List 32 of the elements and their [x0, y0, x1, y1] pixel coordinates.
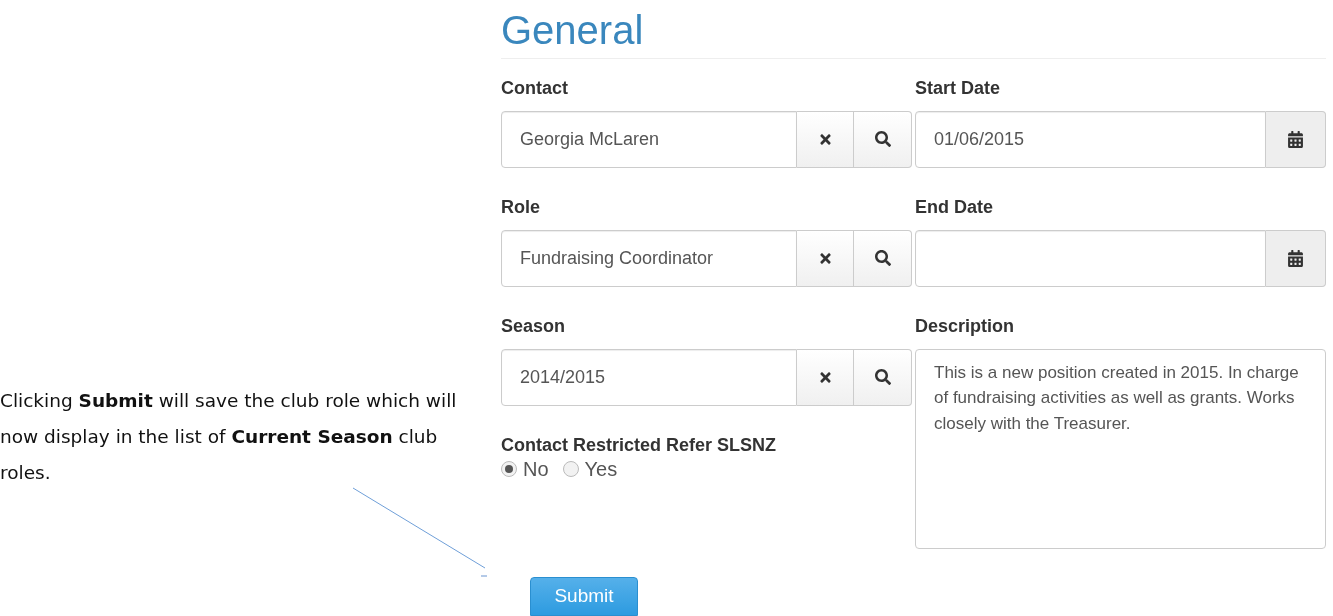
field-label: Contact Restricted Refer SLSNZ	[501, 433, 777, 456]
search-icon	[874, 250, 891, 267]
radio-button[interactable]	[501, 461, 517, 478]
radio-button[interactable]	[562, 461, 579, 478]
field-label: Start Date	[915, 76, 1001, 99]
field-label: End Date	[915, 195, 993, 218]
search-button[interactable]	[854, 229, 912, 287]
radio-label: No	[523, 457, 549, 481]
calendar-button[interactable]	[1266, 229, 1326, 287]
field-label: Contact	[501, 76, 568, 99]
section-heading: General	[501, 8, 645, 52]
search-icon	[874, 369, 891, 386]
close-icon	[817, 250, 833, 266]
search-button[interactable]	[854, 110, 912, 168]
calendar-icon	[1287, 249, 1304, 267]
description-field[interactable]: This is a new position created in 2015. In charge of fundraising activities as well as grants. Works closely with the Treasurer.	[915, 348, 1326, 549]
field-label: Description	[915, 314, 1015, 337]
text-field[interactable]: 2014/2015	[501, 348, 797, 406]
radio-label: Yes	[584, 457, 618, 481]
search-icon	[874, 131, 891, 148]
text-field[interactable]: Georgia McLaren	[501, 110, 797, 168]
field-label: Role	[501, 195, 540, 218]
calendar-icon	[1287, 130, 1304, 148]
field-label: Season	[501, 314, 566, 337]
instruction-text: Clicking Submit will save the club role which will now display in the list of Current Season club roles.	[0, 389, 458, 485]
text-field[interactable]: Fundraising Coordinator	[501, 229, 797, 287]
date-field[interactable]	[915, 229, 1266, 287]
calendar-button[interactable]	[1266, 110, 1326, 168]
search-button[interactable]	[854, 348, 912, 406]
radio-option[interactable]: Yes	[562, 457, 618, 481]
date-field[interactable]: 01/06/2015	[915, 110, 1266, 168]
radio-option[interactable]: No	[501, 457, 549, 481]
